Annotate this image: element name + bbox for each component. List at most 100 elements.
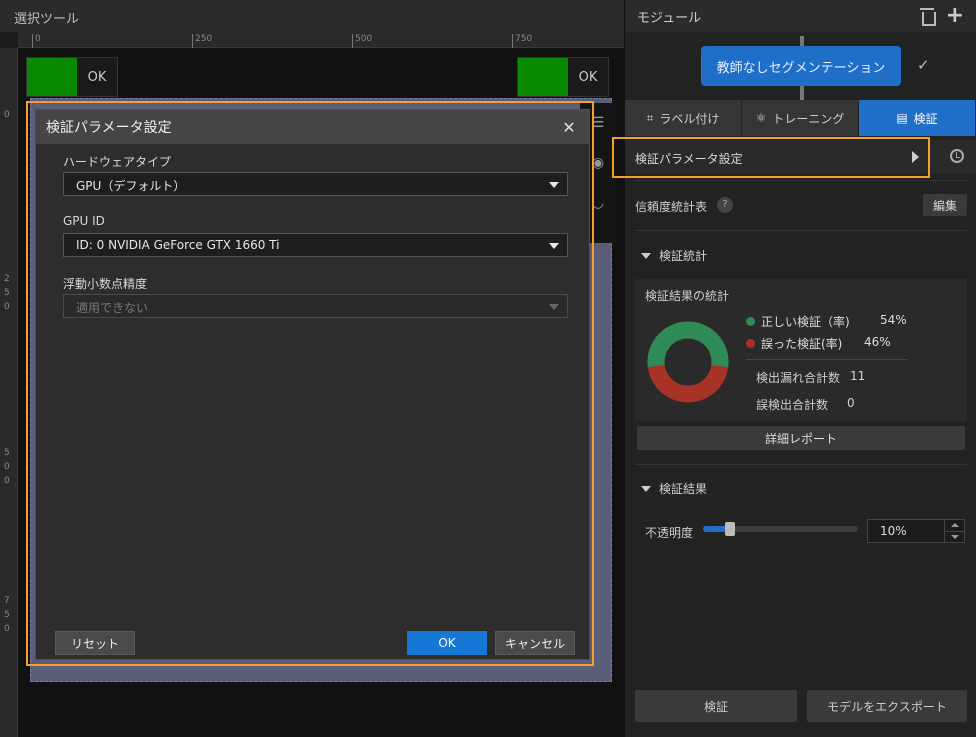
correct-label: 正しい検証（率): [761, 315, 850, 329]
divider: [746, 359, 908, 360]
opacity-value: 10%: [880, 524, 907, 538]
hardware-type-label: ハードウェアタイプ: [63, 155, 172, 169]
divider: [635, 230, 967, 231]
trash-icon[interactable]: [919, 8, 936, 26]
precision-select: 適用できない: [63, 294, 568, 318]
precision-label: 浮動小数点精度: [63, 277, 148, 291]
validate-button[interactable]: 検証: [635, 690, 797, 722]
ruler-left-label: 5: [4, 288, 10, 298]
ruler-left-label: 5: [4, 448, 10, 458]
false-detect-value: 0: [847, 396, 855, 410]
plus-icon[interactable]: +: [946, 5, 964, 27]
legend-correct: 正しい検証（率): [746, 313, 850, 330]
caret-down-icon: [641, 485, 651, 492]
results-section-title: 検証結果: [659, 482, 708, 496]
ruler-left-label: 0: [4, 110, 10, 120]
chevron-down-icon: [549, 304, 559, 310]
spin-up-icon[interactable]: [944, 520, 964, 531]
hardware-type-value: GPU（デフォルト）: [76, 179, 186, 193]
chevron-down-icon: [549, 243, 559, 249]
caret-down-icon: [641, 252, 651, 259]
opacity-slider[interactable]: [703, 522, 858, 536]
ruler-left-label: 7: [4, 596, 10, 606]
opacity-spinbox[interactable]: 10%: [867, 519, 965, 543]
ruler-left-label: 0: [4, 624, 10, 634]
ok-badge-label: OK: [578, 69, 598, 85]
validation-params-label: 検証パラメータ設定: [635, 152, 743, 166]
tab-labeling[interactable]: ⌗ ラベル付け: [625, 100, 742, 136]
legend-wrong: 誤った検証(率): [746, 335, 842, 352]
ruler-tick: 500: [352, 34, 372, 48]
donut-chart: [647, 321, 729, 403]
ruler-left: 0 2 5 0 5 0 0 7 5 0: [0, 48, 18, 737]
validation-params-row[interactable]: 検証パラメータ設定: [625, 140, 976, 174]
dialog-header: 検証パラメータ設定 ✕: [36, 110, 589, 144]
tab-validation[interactable]: ▤ 検証: [859, 100, 976, 136]
edit-button[interactable]: 編集: [923, 194, 967, 216]
ok-indicator: [518, 58, 568, 96]
results-section-header[interactable]: 検証結果: [641, 480, 707, 497]
correct-pct: 54%: [880, 313, 907, 327]
close-icon[interactable]: ✕: [559, 118, 579, 137]
miss-count-label: 検出漏れ合計数: [756, 371, 841, 385]
gpu-id-select[interactable]: ID: 0 NVIDIA GeForce GTX 1660 Ti: [63, 233, 568, 257]
validation-icon: ▤: [896, 111, 908, 125]
false-detect-label: 誤検出合計数: [756, 398, 829, 412]
spin-down-icon[interactable]: [944, 531, 964, 542]
hardware-type-select[interactable]: GPU（デフォルト）: [63, 172, 568, 196]
help-icon[interactable]: ?: [717, 197, 733, 213]
check-icon: ✓: [917, 56, 930, 74]
ruler-left-label: 0: [4, 462, 10, 472]
ruler-tick: 0: [32, 34, 41, 48]
wrong-pct: 46%: [864, 335, 891, 349]
ok-badge-right: OK: [517, 57, 609, 97]
module-title: モジュール: [637, 10, 702, 26]
play-icon[interactable]: [912, 151, 919, 163]
module-unsupervised-segmentation[interactable]: 教師なしセグメンテーション: [701, 46, 901, 86]
dialog-title: 検証パラメータ設定: [46, 120, 172, 136]
ruler-left-label: 5: [4, 610, 10, 620]
ruler-tick: 750: [512, 34, 532, 48]
validation-params-dialog: 検証パラメータ設定 ✕ ハードウェアタイプ GPU（デフォルト） GPU ID …: [35, 109, 590, 660]
tab-label: トレーニング: [772, 111, 845, 126]
tool-title: 選択ツール: [0, 0, 624, 32]
export-model-button[interactable]: モデルをエクスポート: [807, 690, 967, 722]
gpu-id-value: ID: 0 NVIDIA GeForce GTX 1660 Ti: [76, 238, 280, 252]
tab-label: ラベル付け: [659, 111, 720, 126]
stats-section-title: 検証統計: [659, 249, 708, 263]
stats-title: 検証結果の統計: [645, 289, 730, 303]
stats-section-header[interactable]: 検証統計: [641, 247, 707, 264]
ruler-left-label: 0: [4, 302, 10, 312]
wrong-dot: [746, 339, 755, 348]
tab-training[interactable]: ⚛ トレーニング: [742, 100, 859, 136]
miss-count-value: 11: [850, 369, 866, 383]
module-header: モジュール +: [625, 0, 976, 32]
module-tabs: ⌗ ラベル付け ⚛ トレーニング ▤ 検証: [625, 100, 976, 136]
divider: [635, 464, 967, 465]
label-frame-icon: ⌗: [646, 110, 654, 125]
cancel-button[interactable]: キャンセル: [495, 631, 575, 655]
opacity-label: 不透明度: [645, 526, 694, 540]
tab-label: 検証: [913, 111, 938, 126]
confidence-table-label: 信頼度統計表: [635, 200, 708, 214]
divider: [635, 180, 967, 181]
network-icon: ⚛: [755, 111, 767, 125]
precision-value: 適用できない: [76, 301, 149, 315]
ok-indicator: [27, 58, 77, 96]
stats-box: 検証結果の統計 正しい検証（率) 54% 誤った検証(率) 46% 検出漏れ合計…: [635, 279, 967, 421]
history-icon[interactable]: [950, 149, 964, 163]
slider-thumb[interactable]: [724, 522, 735, 536]
detail-report-button[interactable]: 詳細レポート: [637, 426, 965, 450]
ruler-top: 0 250 500 750: [18, 32, 624, 48]
module-panel: モジュール + 教師なしセグメンテーション ✓ ⌗ ラベル付け ⚛ トレーニング…: [624, 0, 976, 737]
gpu-id-label: GPU ID: [63, 214, 105, 228]
reset-button[interactable]: リセット: [55, 631, 135, 655]
ok-badge-left: OK: [26, 57, 118, 97]
ruler-left-label: 0: [4, 476, 10, 486]
chevron-down-icon: [549, 182, 559, 188]
ok-button[interactable]: OK: [407, 631, 487, 655]
wrong-label: 誤った検証(率): [761, 337, 843, 351]
correct-dot: [746, 317, 755, 326]
ruler-left-label: 2: [4, 274, 10, 284]
ruler-tick: 250: [192, 34, 212, 48]
